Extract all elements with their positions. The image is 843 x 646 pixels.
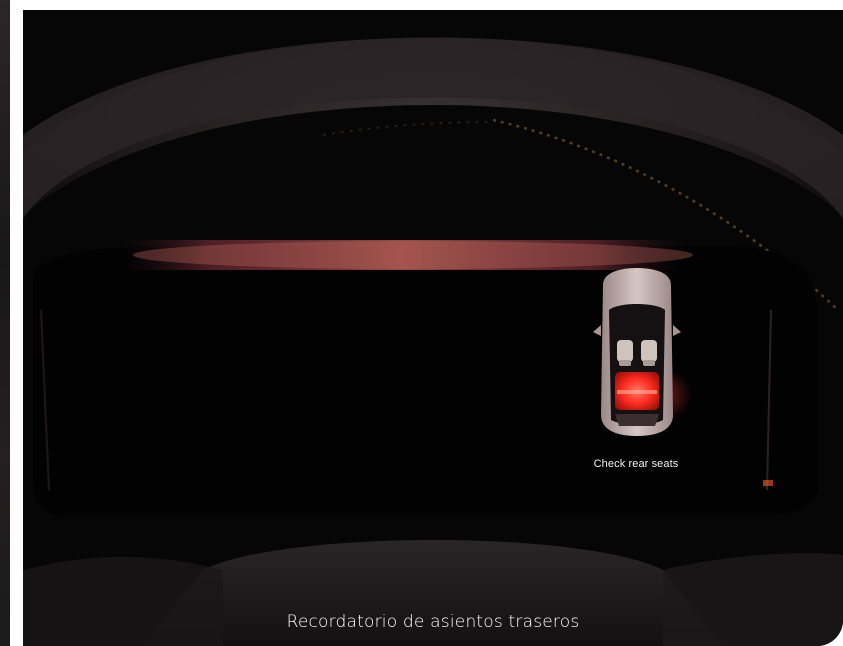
photo-caption: Recordatorio de asientos traseros [286, 612, 580, 632]
screenshot-stage: Check rear seats Recordatorio de asiento… [0, 0, 843, 646]
dashboard-photo: Check rear seats Recordatorio de asiento… [23, 10, 843, 646]
cluster-message: Check rear seats [593, 458, 679, 470]
left-photo-edge [0, 0, 10, 646]
dashboard-illustration [23, 10, 843, 646]
top-border [10, 0, 843, 10]
